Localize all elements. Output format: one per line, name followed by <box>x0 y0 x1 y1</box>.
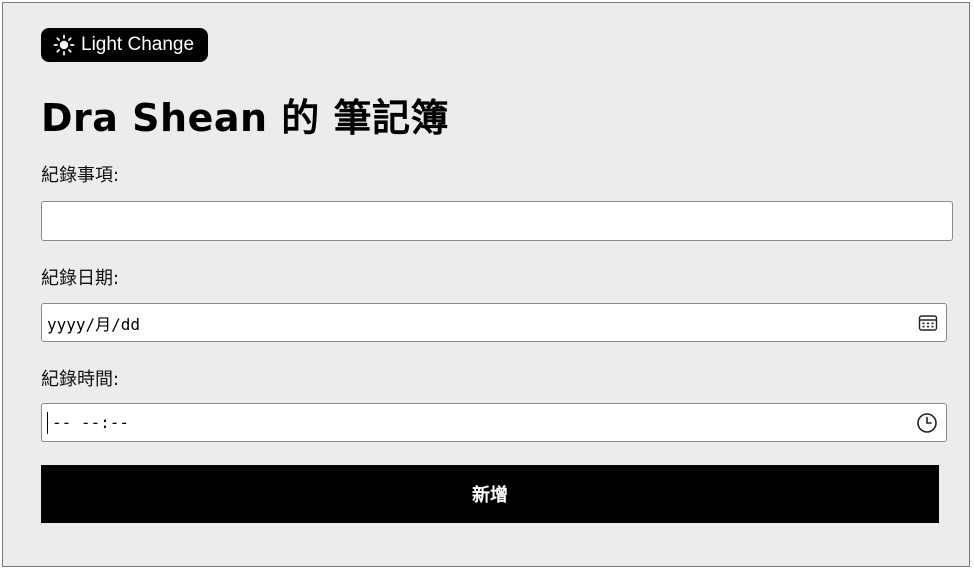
date-input[interactable]: yyyy/月/dd <box>41 303 947 342</box>
clock-icon[interactable] <box>916 412 938 434</box>
time-input-placeholder: -- --:-- <box>52 413 130 432</box>
time-input[interactable]: -- --:-- <box>41 403 947 442</box>
calendar-icon[interactable] <box>918 314 938 332</box>
date-input-placeholder: yyyy/月/dd <box>47 314 141 334</box>
page-title: Dra Shean 的 筆記簿 <box>41 96 450 140</box>
item-label: 紀錄事項: <box>41 165 120 186</box>
app-panel: Light Change Dra Shean 的 筆記簿 紀錄事項: 紀錄日期:… <box>2 2 970 567</box>
item-input-value <box>42 202 47 240</box>
item-input[interactable] <box>41 201 953 241</box>
theme-toggle-button[interactable]: Light Change <box>41 28 209 62</box>
date-label: 紀錄日期: <box>41 268 120 289</box>
sun-icon <box>53 34 75 56</box>
time-label: 紀錄時間: <box>41 369 120 390</box>
theme-toggle-label: Light Change <box>81 34 195 55</box>
add-button[interactable]: 新增 <box>41 465 939 523</box>
text-caret <box>47 411 48 434</box>
